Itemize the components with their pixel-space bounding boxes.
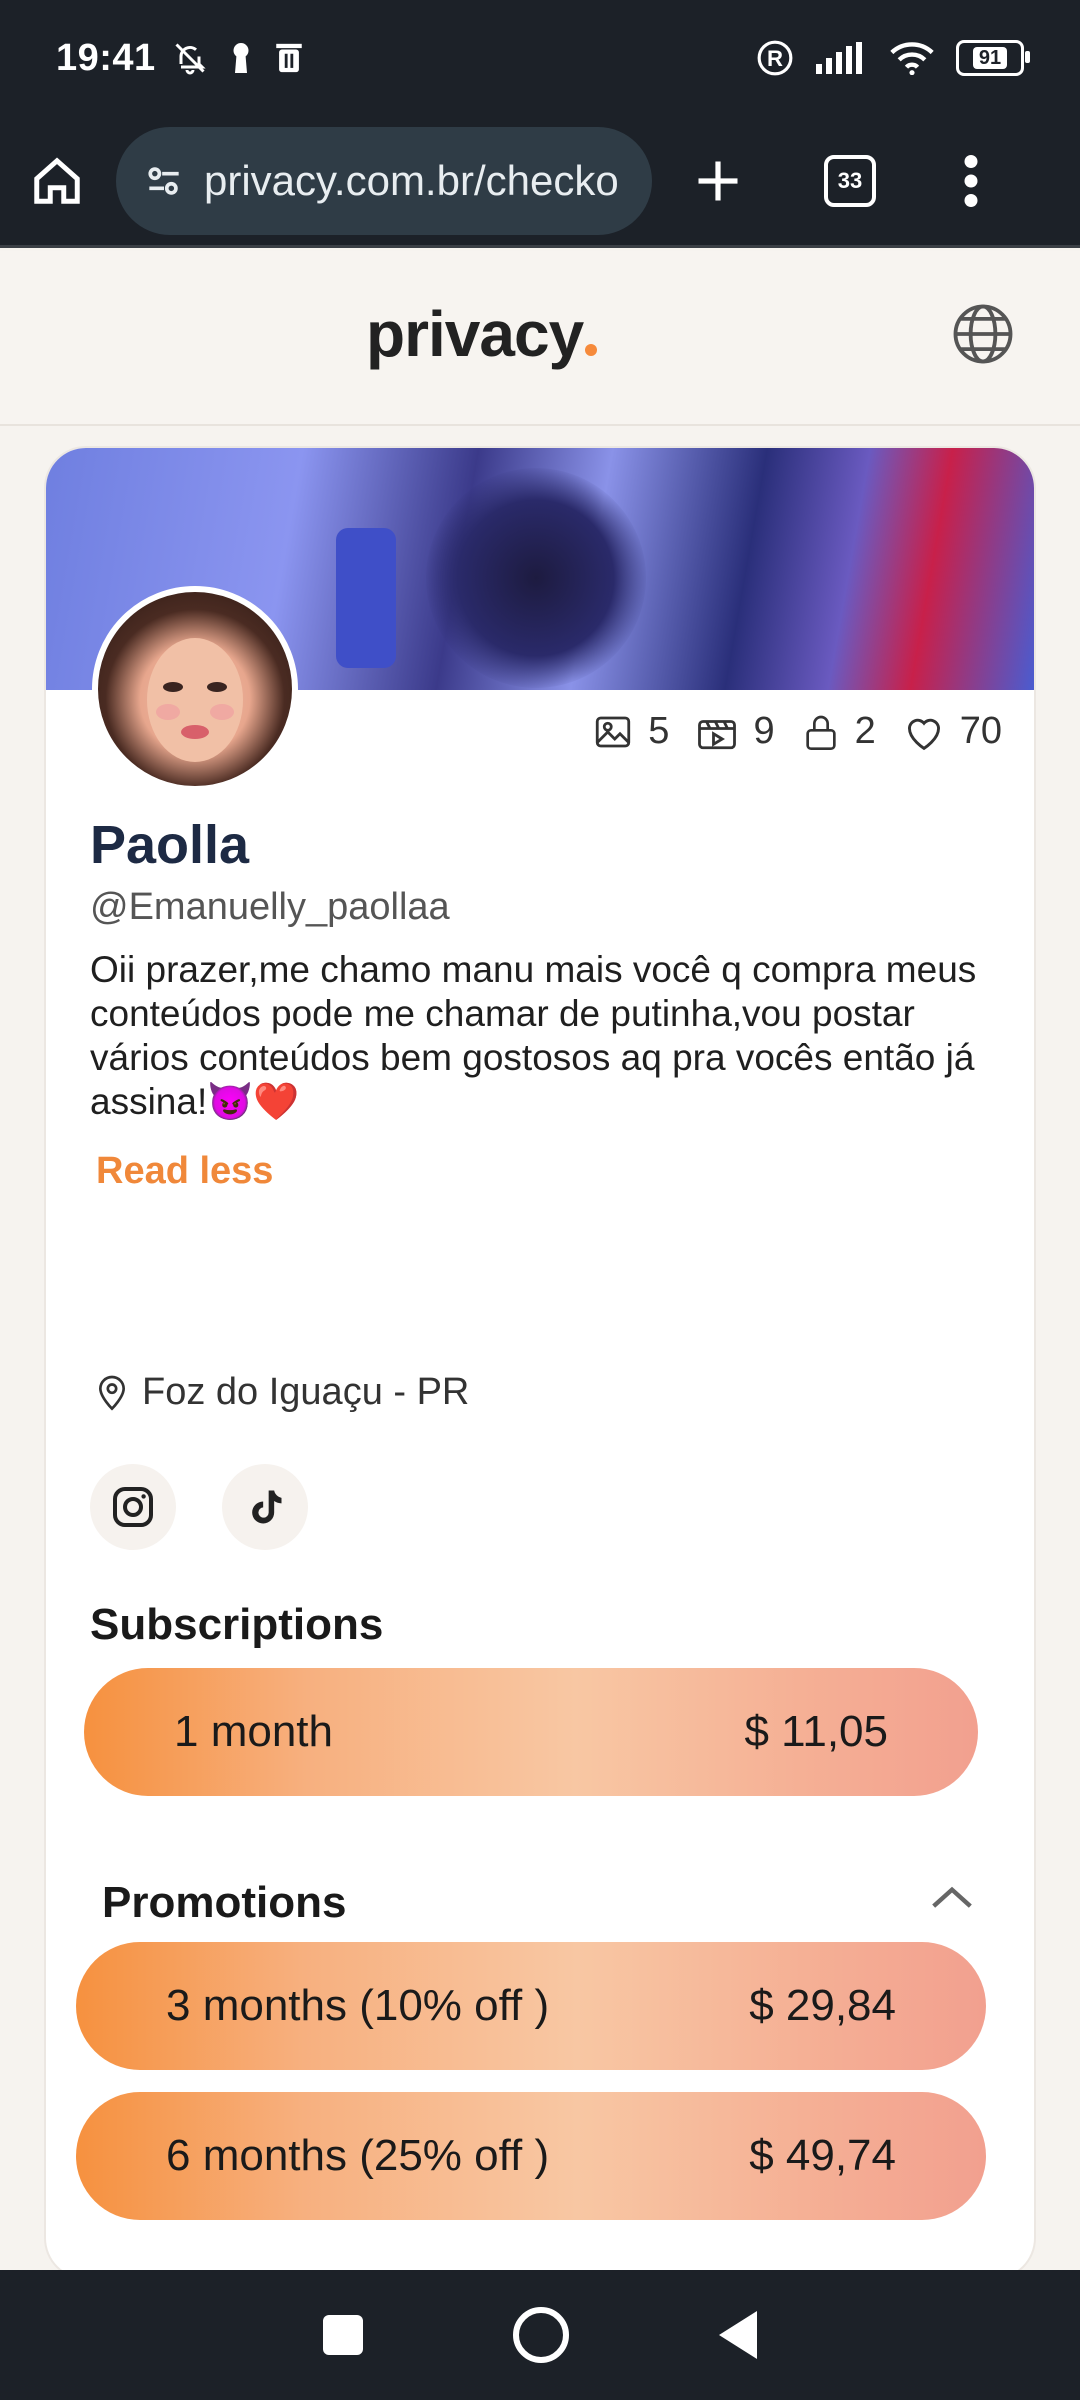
- heart-icon: [907, 718, 940, 750]
- chevron-up-icon: [932, 1886, 972, 1908]
- notifications-off-icon: [175, 43, 206, 75]
- status-bar: 19:41 R 91: [0, 0, 1080, 116]
- tiktok-button[interactable]: [222, 1464, 308, 1550]
- profile-card: 5 9 2 70 Paolla @Emanuelly_paollaa Oii p…: [46, 448, 1034, 2278]
- more-vert-icon: [964, 154, 978, 207]
- trash-icon: [275, 43, 302, 73]
- battery-icon: 91: [956, 40, 1030, 76]
- svg-text:R: R: [767, 46, 783, 71]
- image-icon: [596, 716, 631, 747]
- video-icon: [698, 719, 737, 749]
- plan-label: 3 months (10% off ): [166, 1981, 550, 2030]
- globe-icon: [953, 304, 1013, 364]
- language-button[interactable]: [950, 301, 1016, 372]
- recents-button[interactable]: [323, 2315, 363, 2355]
- promotion-plan-3-months[interactable]: 3 months (10% off ) $ 29,84: [76, 1942, 986, 2070]
- subscriptions-title: Subscriptions: [90, 1600, 384, 1649]
- home-icon: [34, 156, 80, 204]
- profile-name: Paolla: [90, 815, 250, 875]
- privacy-logo[interactable]: privacy: [366, 297, 598, 371]
- promotions-title: Promotions: [102, 1878, 347, 1927]
- read-less-link[interactable]: Read less: [96, 1150, 273, 1193]
- wifi-icon: [890, 42, 934, 75]
- location-pin-icon: [98, 1375, 126, 1411]
- plan-price: $ 49,74: [749, 2131, 896, 2180]
- profile-stats: 5 9 2 70: [592, 710, 1002, 753]
- promotions-collapse-button[interactable]: [930, 1882, 974, 1917]
- keyhole-icon: [233, 43, 249, 73]
- address-bar[interactable]: privacy.com.br/checko: [116, 126, 652, 235]
- status-time: 19:41: [56, 36, 156, 79]
- browser-menu-button[interactable]: [964, 154, 978, 207]
- instagram-button[interactable]: [90, 1464, 176, 1550]
- plan-label: 1 month: [174, 1707, 333, 1756]
- plan-price: $ 11,05: [744, 1707, 888, 1756]
- tab-count: 33: [824, 154, 876, 207]
- lock-icon: [805, 715, 836, 750]
- tiktok-icon: [252, 1490, 282, 1524]
- url-text: privacy.com.br/checko: [204, 156, 619, 204]
- registered-icon: R: [757, 40, 793, 76]
- home-button[interactable]: [30, 154, 84, 208]
- social-links: [90, 1464, 308, 1550]
- promotion-plan-6-months[interactable]: 6 months (25% off ) $ 49,74: [76, 2092, 986, 2220]
- subscription-plan-1-month[interactable]: 1 month $ 11,05: [84, 1668, 978, 1796]
- plan-label: 6 months (25% off ): [166, 2131, 550, 2180]
- profile-location: Foz do Iguaçu - PR: [92, 1370, 469, 1414]
- avatar[interactable]: [92, 586, 298, 792]
- site-header: privacy: [0, 251, 1080, 426]
- site-settings-icon[interactable]: [142, 159, 186, 203]
- profile-handle: @Emanuelly_paollaa: [90, 886, 450, 928]
- tab-switcher-button[interactable]: 33: [824, 154, 876, 207]
- plan-price: $ 29,84: [749, 1981, 896, 2030]
- plus-icon: [698, 161, 738, 200]
- browser-toolbar: privacy.com.br/checko 33: [0, 116, 1080, 248]
- stat-likes: 70: [902, 710, 1002, 753]
- new-tab-button[interactable]: [692, 155, 744, 207]
- back-button[interactable]: [719, 2311, 757, 2359]
- system-nav-bar: [0, 2270, 1080, 2400]
- stat-images: 5: [592, 710, 669, 753]
- stat-videos: 9: [695, 710, 775, 753]
- stat-locked: 2: [801, 710, 876, 753]
- home-nav-button[interactable]: [513, 2307, 569, 2363]
- profile-bio: Oii prazer,me chamo manu mais você q com…: [90, 949, 977, 1122]
- avatar-face: [147, 638, 243, 762]
- instagram-icon: [113, 1487, 153, 1527]
- signal-icon: [816, 42, 862, 74]
